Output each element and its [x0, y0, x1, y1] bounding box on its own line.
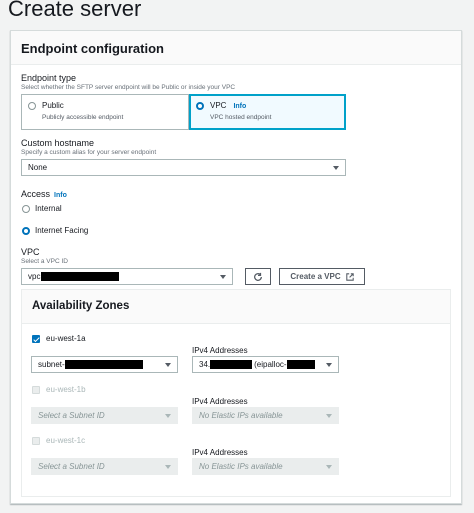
zone-1-checkbox[interactable]: [32, 335, 40, 343]
endpoint-type-label: Endpoint type: [21, 73, 77, 83]
create-vpc-label: Create a VPC: [290, 272, 341, 281]
access-internet-facing-label: Internet Facing: [35, 226, 89, 235]
vpc-select[interactable]: vpc: [21, 268, 233, 285]
zone-1-name: eu-west-1a: [46, 334, 86, 343]
zone-3-subnet-placeholder: Select a Subnet ID: [38, 462, 105, 471]
vpc-info-link[interactable]: Info: [233, 103, 246, 110]
zone-2-subnet-placeholder: Select a Subnet ID: [38, 411, 105, 420]
vpc-description: VPC hosted endpoint: [210, 114, 272, 121]
create-vpc-button[interactable]: Create a VPC: [279, 268, 365, 285]
zone-3-ipv4-placeholder: No Elastic IPs available: [199, 462, 283, 471]
access-label: Access: [21, 189, 51, 199]
custom-hostname-value: None: [28, 163, 48, 172]
endpoint-type-public-tile[interactable]: Public Publicly accessible endpoint: [21, 94, 189, 130]
access-internet-facing-radio[interactable]: [22, 227, 30, 235]
page-title: Create server: [8, 0, 142, 21]
access-internal-radio[interactable]: [22, 205, 30, 213]
vpc-label: VPC: [21, 247, 40, 257]
zone-2-name: eu-west-1b: [46, 385, 86, 394]
redacted-ip: [210, 360, 253, 369]
availability-zones-title: Availability Zones: [22, 290, 450, 324]
chevron-down-icon: [326, 362, 332, 367]
zone-1-ipv4-mid: (eipalloc-: [254, 360, 287, 369]
zone-2-ipv4-placeholder: No Elastic IPs available: [199, 411, 283, 420]
zone-2-ipv4-label: IPv4 Addresses: [192, 397, 248, 406]
custom-hostname-select[interactable]: None: [21, 159, 346, 176]
access-label-row: Access Info: [21, 189, 67, 199]
vpc-value-prefix: vpc: [28, 272, 41, 281]
redacted-subnet-id: [64, 360, 143, 369]
zone-1-ipv4-prefix: 34.: [199, 360, 211, 369]
zone-2-checkbox[interactable]: [32, 386, 40, 394]
custom-hostname-label: Custom hostname: [21, 138, 95, 148]
zone-2-ipv4-select[interactable]: No Elastic IPs available: [192, 407, 339, 424]
chevron-down-icon: [165, 464, 171, 469]
chevron-down-icon: [165, 413, 171, 418]
public-description: Publicly accessible endpoint: [42, 114, 124, 121]
access-info-link[interactable]: Info: [54, 192, 67, 199]
chevron-down-icon: [165, 362, 171, 367]
external-link-icon: [345, 272, 354, 281]
panel-title: Endpoint configuration: [11, 31, 461, 65]
zone-3-name: eu-west-1c: [46, 436, 86, 445]
endpoint-type-vpc-tile[interactable]: VPC Info VPC hosted endpoint: [189, 94, 346, 130]
chevron-down-icon: [333, 165, 339, 170]
public-title: Public: [42, 101, 64, 110]
chevron-down-icon: [326, 413, 332, 418]
custom-hostname-description: Specify a custom alias for your server e…: [21, 149, 157, 156]
vpc-title-row: VPC Info: [210, 101, 246, 110]
endpoint-configuration-panel: Endpoint configuration Endpoint type Sel…: [10, 30, 462, 504]
zone-3-ipv4-label: IPv4 Addresses: [192, 448, 248, 457]
vpc-description-text: Select a VPC ID: [21, 258, 68, 265]
zone-3-ipv4-select[interactable]: No Elastic IPs available: [192, 458, 339, 475]
redacted-vpc-id: [41, 272, 120, 281]
zone-1-subnet-prefix: subnet-: [38, 360, 65, 369]
vpc-title: VPC: [210, 101, 227, 110]
chevron-down-icon: [220, 274, 226, 279]
zone-3-checkbox[interactable]: [32, 437, 40, 445]
endpoint-type-description: Select whether the SFTP server endpoint …: [21, 84, 236, 91]
zone-1-subnet-select[interactable]: subnet-: [31, 356, 178, 373]
public-radio[interactable]: [28, 102, 36, 110]
refresh-button[interactable]: [245, 268, 271, 285]
vpc-radio[interactable]: [196, 102, 204, 110]
zone-1-ipv4-select[interactable]: 34. (eipalloc-: [192, 356, 339, 373]
redacted-eipalloc: [286, 360, 315, 369]
chevron-down-icon: [326, 464, 332, 469]
zone-1-ipv4-label: IPv4 Addresses: [192, 346, 248, 355]
zone-3-subnet-select[interactable]: Select a Subnet ID: [31, 458, 178, 475]
refresh-icon: [254, 272, 262, 281]
access-internal-label: Internal: [35, 204, 62, 213]
availability-zones-container: Availability Zones eu-west-1a IPv4 Addre…: [21, 289, 451, 497]
zone-2-subnet-select[interactable]: Select a Subnet ID: [31, 407, 178, 424]
